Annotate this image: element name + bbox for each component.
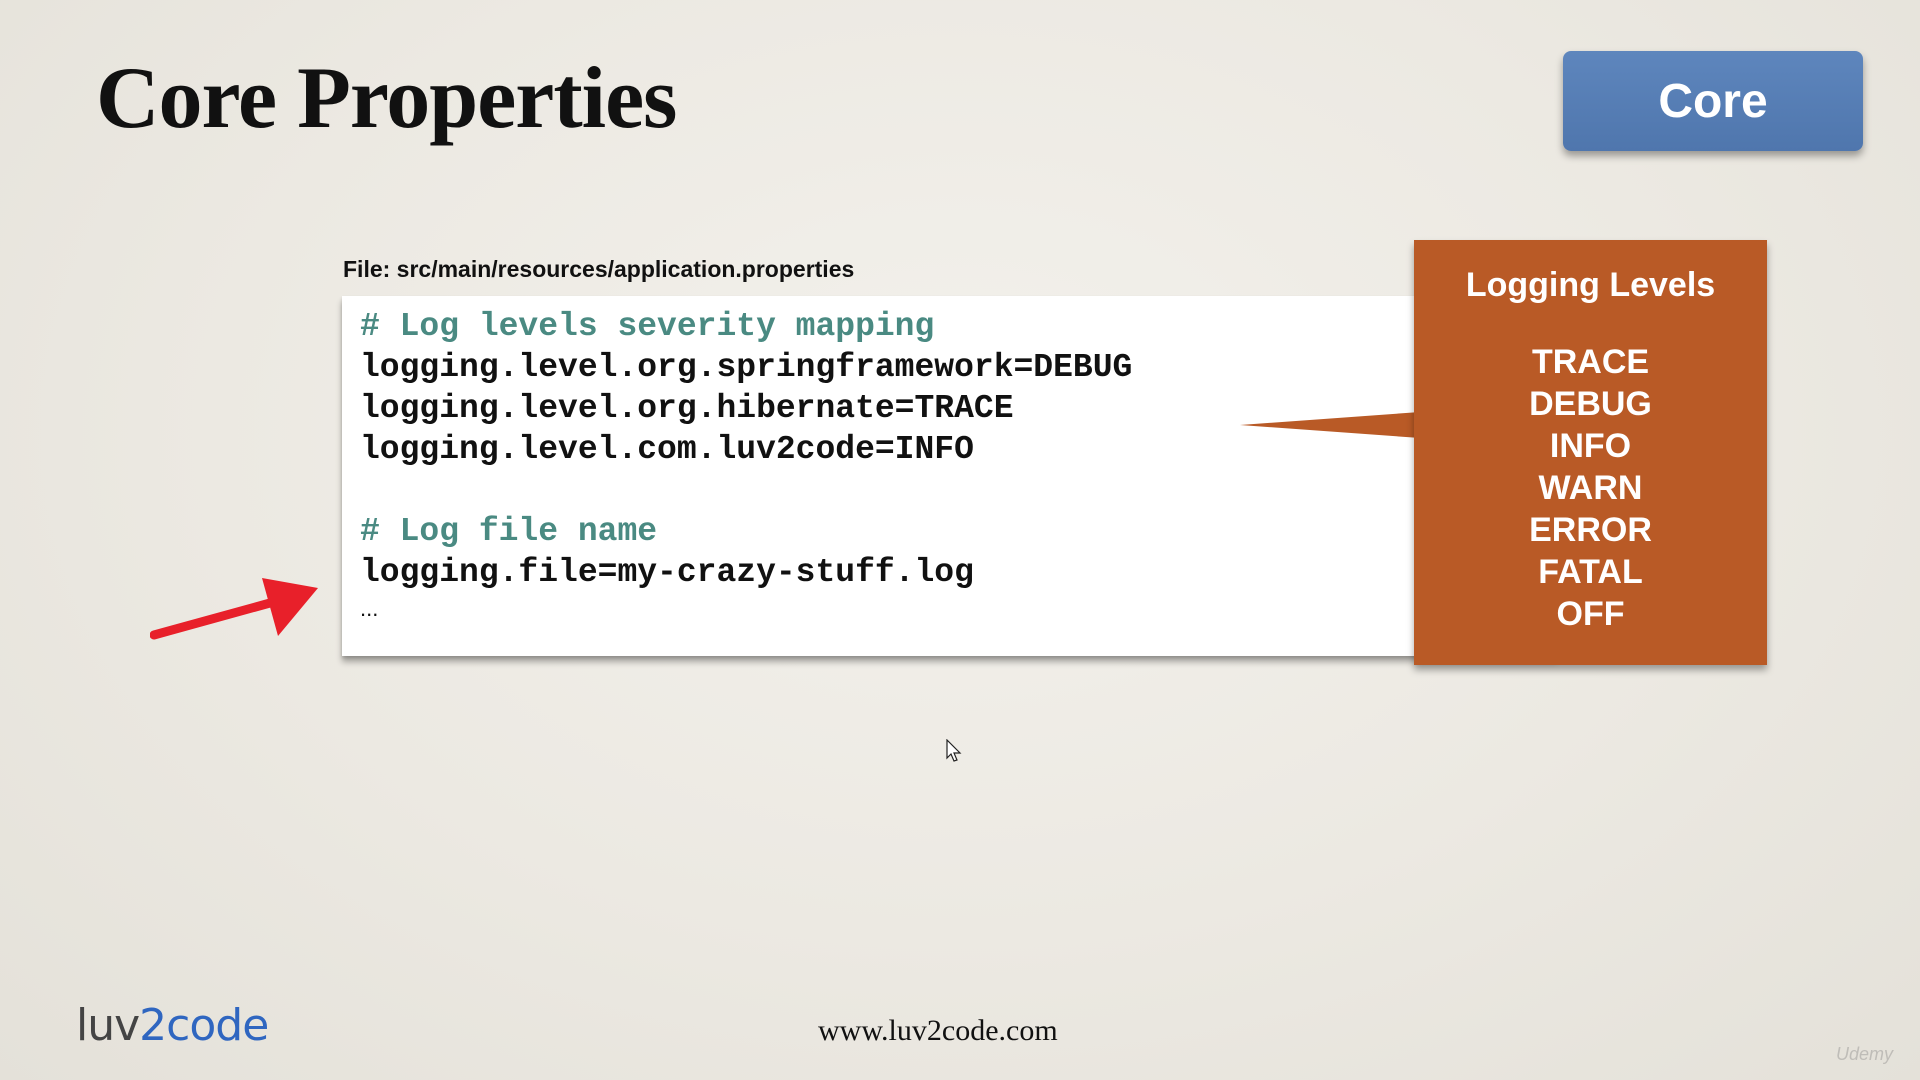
logging-level-item: TRACE (1531, 343, 1650, 381)
luv2code-logo: luv2code (76, 1000, 269, 1066)
logging-levels-box: Logging Levels TRACE DEBUG INFO WARN ERROR FA… (1414, 240, 1767, 665)
mouse-cursor-icon (946, 739, 962, 762)
code-comment-line: # Log file name (360, 513, 658, 550)
logging-levels-list: TRACE DEBUG INFO WARN ERROR FATAL OFF (1414, 341, 1767, 635)
code-block: # Log levels severity mapping logging.lev… (342, 296, 1557, 656)
file-path-label: File: src/main/resources/application.pro… (343, 256, 855, 282)
logging-level-item: FATAL (1538, 553, 1643, 591)
logging-level-item: INFO (1549, 427, 1632, 465)
logo-part-2: 2 (139, 1000, 167, 1051)
core-badge: Core (1563, 51, 1863, 151)
luv2code-logo-text: luv2code (76, 1000, 269, 1051)
code-lines: # Log levels severity mapping logging.lev… (360, 306, 1132, 593)
code-line: logging.level.org.hibernate=TRACE (360, 390, 1014, 427)
udemy-watermark: Udemy (1836, 1044, 1894, 1064)
logging-levels-title: Logging Levels (1465, 266, 1716, 304)
footer-url: www.luv2code.com (818, 1014, 1058, 1047)
red-arrow-icon (150, 578, 318, 640)
code-line: logging.level.org.springframework=DEBUG (360, 349, 1133, 386)
code-line: logging.file=my-crazy-stuff.log (360, 554, 974, 591)
logging-level-item: ERROR (1529, 511, 1652, 549)
logging-level-item: OFF (1556, 595, 1625, 633)
logo-part-luv: luv (76, 1000, 140, 1051)
logging-level-item: DEBUG (1529, 385, 1652, 423)
slide-title: Core Properties (96, 50, 677, 147)
callout-pointer-icon (1240, 412, 1420, 438)
code-ellipsis: ... (360, 596, 379, 621)
core-badge-label: Core (1658, 74, 1768, 128)
code-comment-line: # Log levels severity mapping (360, 308, 935, 345)
code-line: logging.level.com.luv2code=INFO (360, 431, 974, 468)
logging-level-item: WARN (1538, 469, 1643, 507)
logo-part-code: code (166, 1000, 269, 1051)
